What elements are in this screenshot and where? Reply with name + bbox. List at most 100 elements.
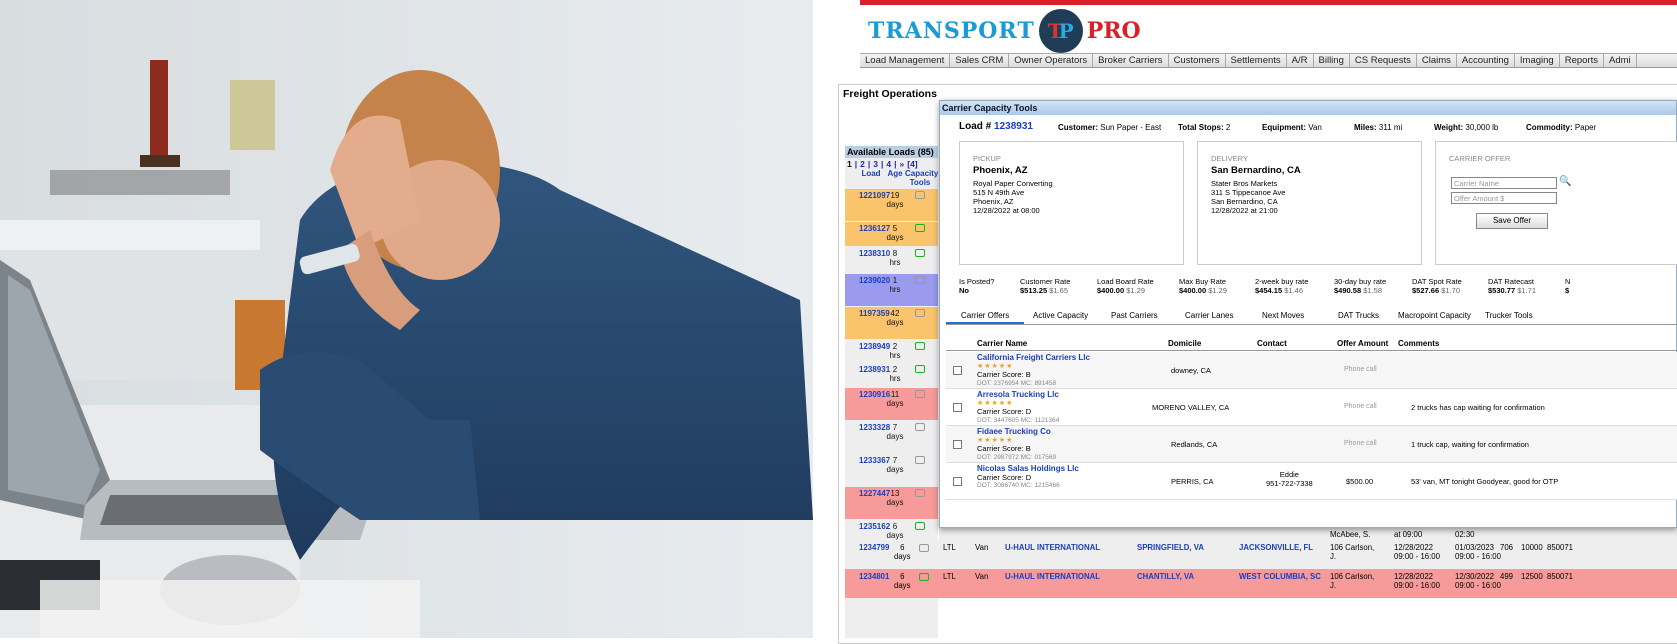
load-row[interactable]: 1233328 7 days <box>845 421 938 453</box>
tab-carrier-lanes[interactable]: Carrier Lanes <box>1185 311 1233 320</box>
load-row[interactable]: 1227447 13 days <box>845 487 938 519</box>
pager-separator: | <box>854 159 858 169</box>
offer-amount-input[interactable]: Offer Amount $ <box>1451 192 1557 204</box>
select-checkbox[interactable] <box>953 477 962 486</box>
menu-item[interactable]: Customers <box>1169 54 1226 67</box>
tab-dat-trucks[interactable]: DAT Trucks <box>1338 311 1379 320</box>
menu-item[interactable]: Reports <box>1560 54 1604 67</box>
tab-next-moves[interactable]: Next Moves <box>1262 311 1304 320</box>
carrier-name-input[interactable]: Carrier Name <box>1451 177 1557 189</box>
load-id-link[interactable]: 1235162 <box>845 522 890 531</box>
tab-trucker-tools[interactable]: Trucker Tools <box>1485 311 1533 320</box>
load-row[interactable]: 1238931 2 hrs <box>845 363 938 387</box>
load-row[interactable]: 1239020 1 hrs <box>845 274 938 306</box>
col-offer-amount[interactable]: Offer Amount <box>1337 339 1388 348</box>
tab-past-carriers[interactable]: Past Carriers <box>1111 311 1158 320</box>
tab-active-capacity[interactable]: Active Capacity <box>1033 311 1088 320</box>
customer-link[interactable]: U-HAUL INTERNATIONAL <box>1005 543 1100 552</box>
capacity-tools-cell <box>905 489 935 499</box>
menu-item[interactable]: Settlements <box>1226 54 1287 67</box>
truck-icon[interactable] <box>919 573 929 581</box>
origin-link[interactable]: SPRINGFIELD, VA <box>1137 543 1204 552</box>
search-icon[interactable]: 🔍 <box>1559 177 1571 187</box>
miles: 499 <box>1500 572 1514 581</box>
menu-item[interactable]: Sales CRM <box>950 54 1010 67</box>
truck-icon[interactable] <box>915 249 925 257</box>
select-checkbox[interactable] <box>953 440 962 449</box>
load-id-link[interactable]: 1233367 <box>845 456 890 465</box>
col-carrier-name[interactable]: Carrier Name <box>977 339 1027 348</box>
truck-icon[interactable] <box>919 544 929 552</box>
load-id-link[interactable]: 1197359 <box>845 309 890 318</box>
menu-item[interactable]: A/R <box>1287 54 1314 67</box>
carrier-name-link[interactable]: Arresola Trucking Llc <box>977 390 1059 400</box>
domicile: Redlands, CA <box>1171 440 1218 449</box>
pager-link[interactable]: 4 <box>886 159 891 169</box>
rate-item: N $ <box>1565 277 1570 295</box>
pager-link[interactable]: [4] <box>907 159 917 169</box>
load-id-link[interactable]: 1236127 <box>845 224 890 233</box>
pager-link[interactable]: 1 <box>847 159 852 169</box>
delivery-city-line: San Bernardino, CA <box>1211 197 1278 206</box>
truck-icon[interactable] <box>915 224 925 232</box>
menu-item[interactable]: Admi <box>1604 54 1637 67</box>
load-id-link[interactable]: 1238310 <box>845 249 890 258</box>
load-row[interactable]: 1238310 8 hrs <box>845 247 938 273</box>
select-checkbox[interactable] <box>953 366 962 375</box>
load-id-link[interactable]: 1221097 <box>845 191 890 200</box>
load-number-value[interactable]: 1238931 <box>994 121 1033 132</box>
truck-icon[interactable] <box>915 276 925 284</box>
truck-icon[interactable] <box>915 522 925 530</box>
customer-link[interactable]: U-HAUL INTERNATIONAL <box>1005 572 1100 581</box>
carrier-name-link[interactable]: California Freight Carriers Llc <box>977 353 1090 363</box>
load-id-link[interactable]: 1234799 <box>859 543 889 552</box>
origin-link[interactable]: CHANTILLY, VA <box>1137 572 1194 581</box>
load-row[interactable]: 1221097 19 days <box>845 189 938 221</box>
carrier-name-link[interactable]: Fidaee Trucking Co <box>977 427 1056 437</box>
menu-item[interactable]: Imaging <box>1515 54 1560 67</box>
load-id-link[interactable]: 1234801 <box>859 572 889 581</box>
load-id-link[interactable]: 1238931 <box>845 365 890 374</box>
destination-link[interactable]: JACKSONVILLE, FL <box>1239 543 1313 552</box>
menu-item[interactable]: Load Management <box>860 54 951 67</box>
menu-item[interactable]: Accounting <box>1457 54 1515 67</box>
pager-link[interactable]: » <box>900 159 905 169</box>
load-id-link[interactable]: 1239020 <box>845 276 890 285</box>
truck-icon[interactable] <box>915 191 925 199</box>
load-id-link[interactable]: 1238949 <box>845 342 890 351</box>
destination-link[interactable]: WEST COLUMBIA, SC <box>1239 572 1321 581</box>
load-row[interactable]: 1238949 2 hrs <box>845 340 938 362</box>
menu-item[interactable]: Claims <box>1417 54 1457 67</box>
tab-carrier-offers[interactable]: Carrier Offers <box>946 311 1025 324</box>
load-id-link[interactable]: 1227447 <box>845 489 890 498</box>
load-row[interactable]: 1197359 42 days <box>845 307 938 339</box>
truck-icon[interactable] <box>915 309 925 317</box>
menu-item[interactable]: Billing <box>1314 54 1350 67</box>
load-id-link[interactable]: 1230916 <box>845 390 890 399</box>
pager-link[interactable]: 3 <box>873 159 878 169</box>
load-row[interactable]: 1230916 11 days <box>845 388 938 420</box>
truck-icon[interactable] <box>915 342 925 350</box>
load-table-row[interactable]: 1234801 6 days LTL Van U-HAUL INTERNATIONAL CH… <box>845 569 1677 598</box>
load-row[interactable]: 1233367 7 days <box>845 454 938 486</box>
load-table-row[interactable]: 1234799 6 days LTL Van U-HAUL INTERNATIONAL SP… <box>845 540 1677 569</box>
truck-icon[interactable] <box>915 489 925 497</box>
menu-item[interactable]: Broker Carriers <box>1093 54 1169 67</box>
save-offer-button[interactable]: Save Offer <box>1476 213 1548 229</box>
load-id-link[interactable]: 1233328 <box>845 423 890 432</box>
truck-icon[interactable] <box>915 456 925 464</box>
truck-icon[interactable] <box>915 423 925 431</box>
menu-item[interactable]: CS Requests <box>1350 54 1417 67</box>
truck-icon[interactable] <box>915 365 925 373</box>
select-checkbox[interactable] <box>953 403 962 412</box>
col-comments[interactable]: Comments <box>1398 339 1439 348</box>
col-domicile[interactable]: Domicile <box>1168 339 1201 348</box>
tab-macropoint-capacity[interactable]: Macropoint Capacity <box>1398 311 1471 320</box>
truck-icon[interactable] <box>915 390 925 398</box>
load-age-value: 13 <box>890 489 900 498</box>
menu-item[interactable]: Owner Operators <box>1009 54 1094 67</box>
load-row[interactable]: 1236127 5 days <box>845 222 938 246</box>
col-contact[interactable]: Contact <box>1257 339 1287 348</box>
pager-link[interactable]: 2 <box>860 159 865 169</box>
capacity-tools-cell <box>905 456 935 466</box>
